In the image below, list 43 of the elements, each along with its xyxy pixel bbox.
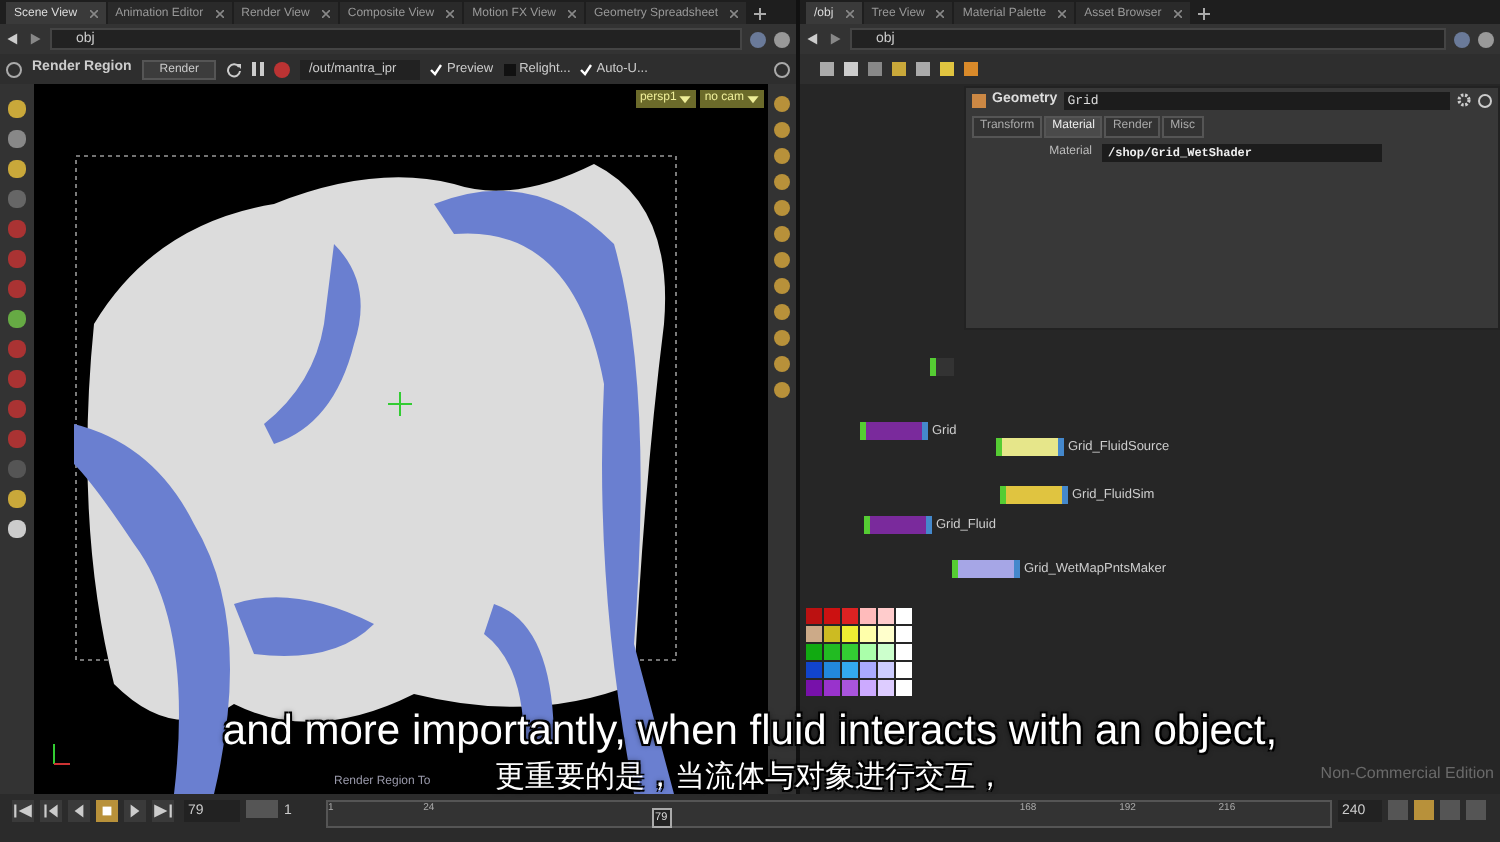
close-icon[interactable] — [936, 9, 945, 17]
pause-icon[interactable] — [252, 62, 265, 76]
caret-icon[interactable] — [746, 92, 760, 106]
close-icon[interactable] — [321, 9, 330, 17]
back-icon[interactable] — [806, 32, 820, 46]
close-icon[interactable] — [89, 9, 98, 17]
close-icon[interactable] — [1173, 9, 1182, 17]
close-icon[interactable] — [1058, 9, 1067, 17]
forward-icon[interactable] — [28, 32, 42, 46]
close-icon[interactable] — [568, 9, 577, 17]
close-icon[interactable] — [730, 9, 739, 17]
network-node[interactable] — [1000, 486, 1068, 505]
crosshair-icon — [387, 391, 413, 417]
network-node[interactable] — [860, 422, 928, 441]
close-icon[interactable] — [845, 9, 854, 17]
color-palette-drawing[interactable] — [806, 608, 912, 696]
help-icon[interactable] — [774, 61, 790, 77]
add-tab-icon[interactable] — [1197, 8, 1210, 20]
network-node[interactable] — [864, 516, 932, 535]
network-node[interactable] — [930, 358, 954, 376]
info-icon[interactable] — [1478, 93, 1492, 107]
network-node[interactable] — [952, 560, 1020, 579]
checkbox[interactable] — [503, 63, 516, 75]
playback-icon[interactable] — [40, 800, 62, 822]
geometry-icon — [972, 93, 986, 107]
close-icon[interactable] — [215, 9, 224, 17]
checkbox[interactable] — [430, 63, 443, 75]
network-node[interactable] — [996, 438, 1064, 457]
playback-icon[interactable] — [152, 800, 174, 822]
caret-icon[interactable] — [678, 92, 693, 106]
playback-icon[interactable] — [124, 800, 146, 822]
playback-icon[interactable] — [68, 800, 90, 822]
edition-label: Non-Commercial Edition — [1320, 762, 1494, 786]
stop-icon[interactable] — [274, 61, 291, 77]
checkbox[interactable] — [580, 63, 593, 75]
axes-icon — [53, 743, 71, 765]
forward-icon[interactable] — [828, 32, 842, 46]
render-region-icon — [6, 61, 22, 77]
playback-icon[interactable] — [12, 800, 34, 822]
add-tab-icon[interactable] — [754, 8, 767, 20]
back-icon[interactable] — [6, 32, 20, 46]
refresh-icon[interactable] — [226, 61, 243, 77]
close-icon[interactable] — [446, 9, 455, 17]
